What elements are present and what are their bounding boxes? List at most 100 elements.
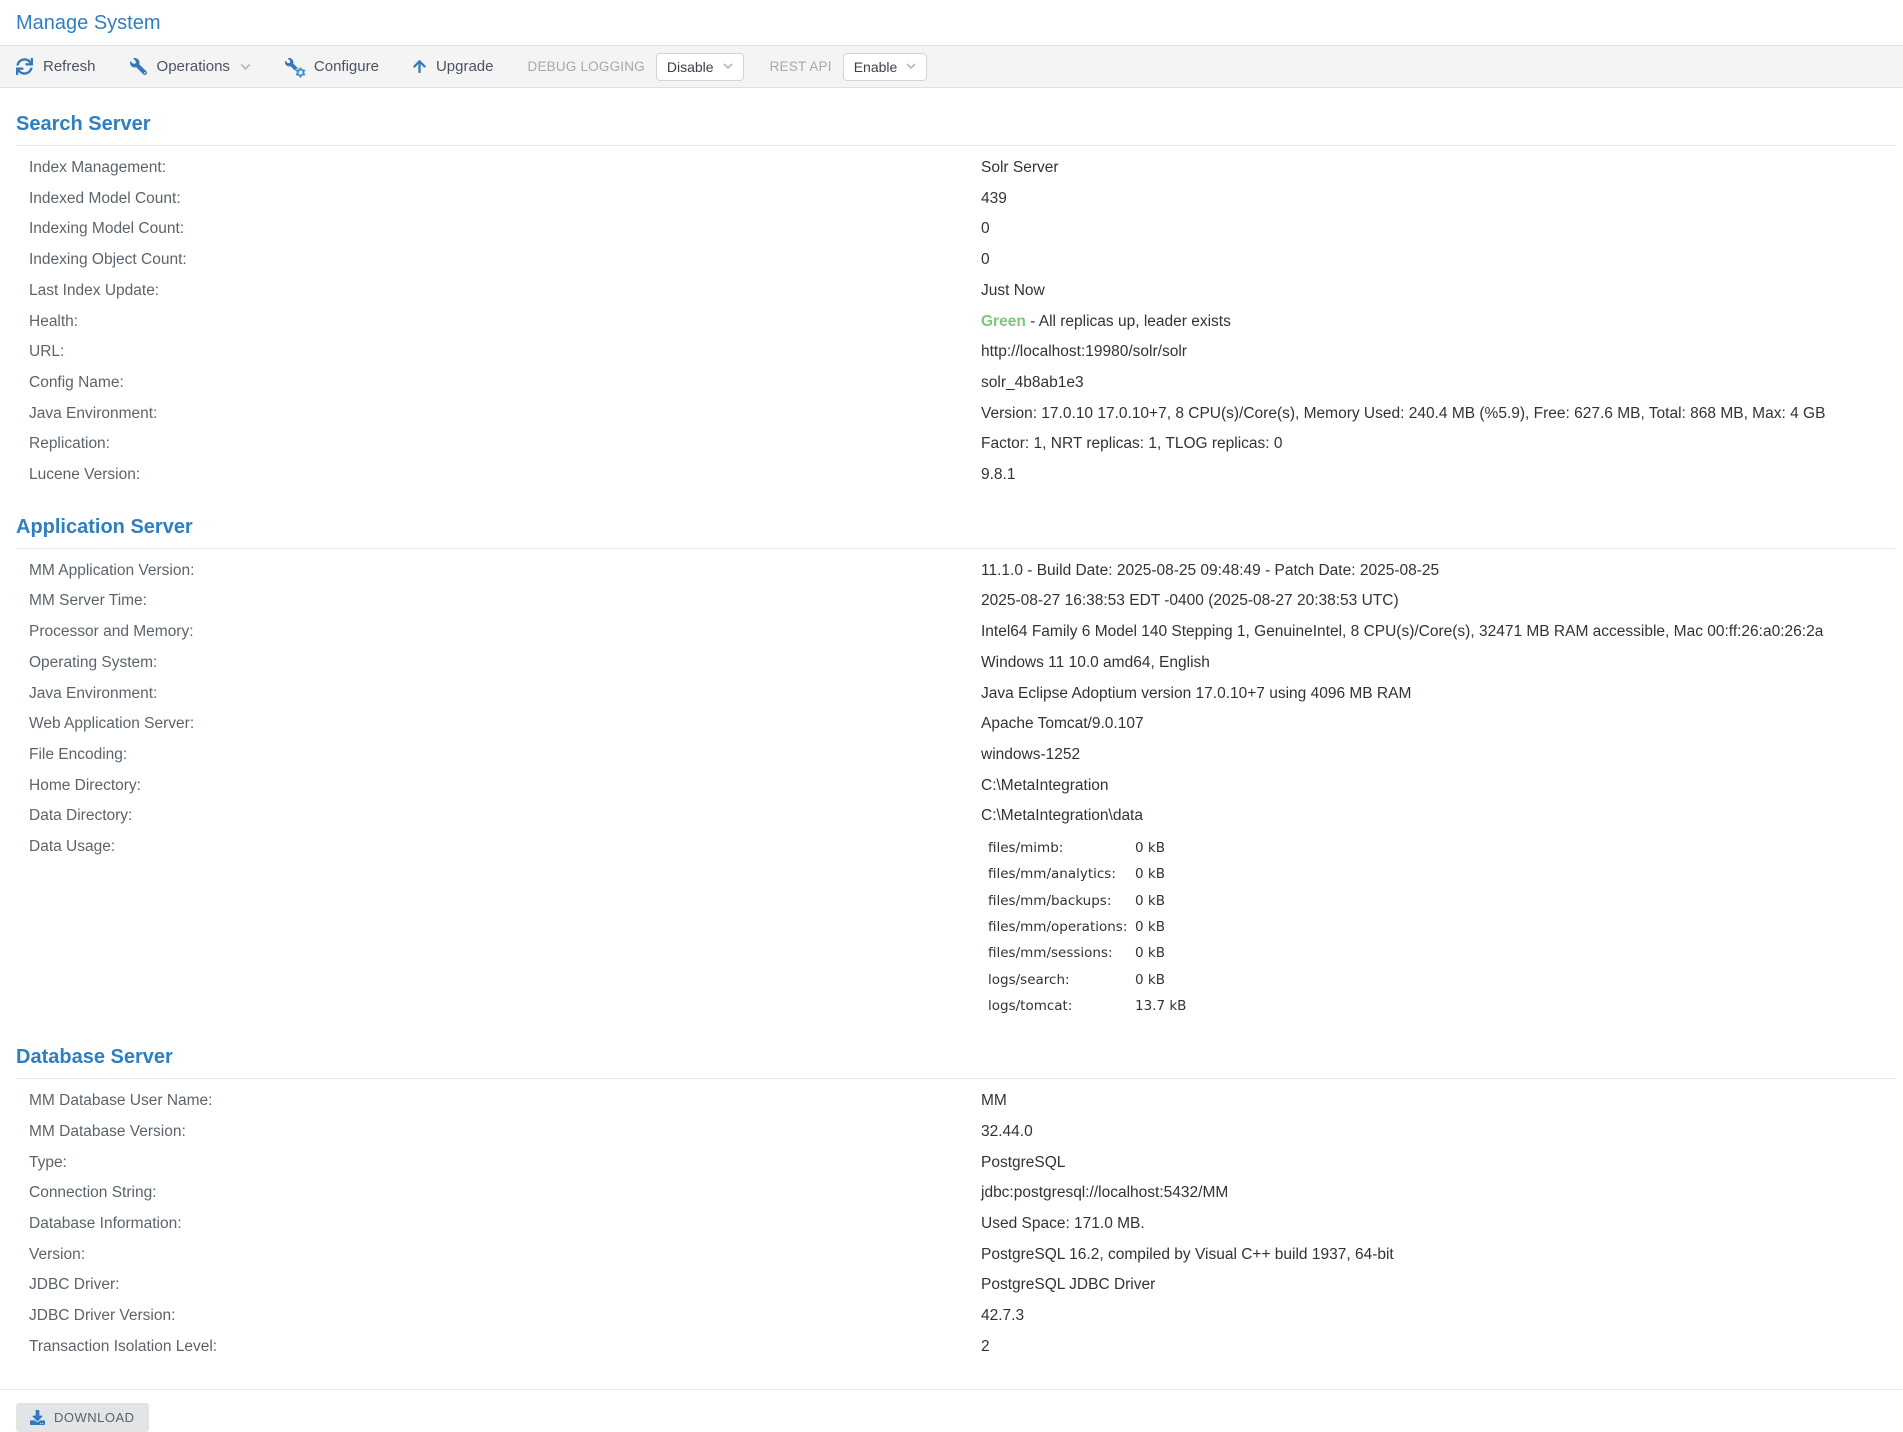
info-value: PostgreSQL 16.2, compiled by Visual C++ … xyxy=(981,1240,1903,1271)
refresh-button[interactable]: Refresh xyxy=(16,58,96,75)
info-label: Lucene Version: xyxy=(29,460,981,491)
info-value: 2025-08-27 16:38:53 EDT -0400 (2025-08-2… xyxy=(981,586,1903,617)
info-value: files/mimb:0 kBfiles/mm/analytics:0 kBfi… xyxy=(981,832,1903,1021)
info-value: 32.44.0 xyxy=(981,1117,1903,1148)
data-usage-table: files/mimb:0 kBfiles/mm/analytics:0 kBfi… xyxy=(988,832,1903,1021)
info-row: JDBC Driver Version:42.7.3 xyxy=(0,1301,1903,1332)
section-title: Search Server xyxy=(16,113,1895,146)
info-row: Data Directory:C:\MetaIntegration\data xyxy=(0,801,1903,832)
info-row: Operating System:Windows 11 10.0 amd64, … xyxy=(0,648,1903,679)
info-row: Data Usage:files/mimb:0 kBfiles/mm/analy… xyxy=(0,832,1903,1021)
section-title: Application Server xyxy=(16,516,1895,549)
usage-path: logs/search: xyxy=(988,967,1135,993)
info-label: Home Directory: xyxy=(29,771,981,802)
usage-path: logs/tomcat: xyxy=(988,993,1135,1019)
info-label: Replication: xyxy=(29,429,981,460)
debug-logging-value: Disable xyxy=(667,59,714,75)
info-label: Type: xyxy=(29,1148,981,1179)
info-row: MM Server Time:2025-08-27 16:38:53 EDT -… xyxy=(0,586,1903,617)
info-value: 0 xyxy=(981,245,1903,276)
info-label: Version: xyxy=(29,1240,981,1271)
info-row: Version:PostgreSQL 16.2, compiled by Vis… xyxy=(0,1240,1903,1271)
info-label: Operating System: xyxy=(29,648,981,679)
info-value: Apache Tomcat/9.0.107 xyxy=(981,709,1903,740)
info-label: Indexed Model Count: xyxy=(29,184,981,215)
usage-size: 0 kB xyxy=(1135,967,1903,993)
info-row: MM Application Version:11.1.0 - Build Da… xyxy=(0,556,1903,587)
info-label: Data Directory: xyxy=(29,801,981,832)
section-rows: MM Application Version:11.1.0 - Build Da… xyxy=(0,549,1903,1021)
health-status: Green xyxy=(981,313,1026,330)
main-content: Search Server Index Management:Solr Serve… xyxy=(0,113,1903,1362)
info-label: Data Usage: xyxy=(29,832,981,1021)
info-value: windows-1252 xyxy=(981,740,1903,771)
info-value: C:\MetaIntegration xyxy=(981,771,1903,802)
rest-api-select[interactable]: Enable xyxy=(843,53,928,81)
info-value: Version: 17.0.10 17.0.10+7, 8 CPU(s)/Cor… xyxy=(981,399,1903,430)
health-text: - All replicas up, leader exists xyxy=(1026,313,1231,330)
toolbar: Refresh Operations Configure Upgrade DEB… xyxy=(0,45,1903,88)
usage-size: 0 kB xyxy=(1135,835,1903,861)
upgrade-button[interactable]: Upgrade xyxy=(413,58,494,75)
info-row: Indexing Model Count:0 xyxy=(0,214,1903,245)
info-label: JDBC Driver Version: xyxy=(29,1301,981,1332)
info-row: Java Environment:Java Eclipse Adoptium v… xyxy=(0,679,1903,710)
info-value: Solr Server xyxy=(981,153,1903,184)
info-row: JDBC Driver:PostgreSQL JDBC Driver xyxy=(0,1270,1903,1301)
info-value: C:\MetaIntegration\data xyxy=(981,801,1903,832)
usage-size: 0 kB xyxy=(1135,914,1903,940)
info-value: PostgreSQL xyxy=(981,1148,1903,1179)
info-label: Indexing Model Count: xyxy=(29,214,981,245)
info-row: Last Index Update:Just Now xyxy=(0,276,1903,307)
info-label: MM Server Time: xyxy=(29,586,981,617)
info-label: Web Application Server: xyxy=(29,709,981,740)
info-label: Java Environment: xyxy=(29,399,981,430)
info-value: 0 xyxy=(981,214,1903,245)
info-row: File Encoding:windows-1252 xyxy=(0,740,1903,771)
info-value: 439 xyxy=(981,184,1903,215)
refresh-label: Refresh xyxy=(43,58,96,75)
usage-size: 0 kB xyxy=(1135,940,1903,966)
info-row: Web Application Server:Apache Tomcat/9.0… xyxy=(0,709,1903,740)
info-value: Used Space: 171.0 MB. xyxy=(981,1209,1903,1240)
info-row: Replication:Factor: 1, NRT replicas: 1, … xyxy=(0,429,1903,460)
download-icon xyxy=(30,1410,45,1425)
page-title: Manage System xyxy=(0,0,1903,45)
info-label: Connection String: xyxy=(29,1178,981,1209)
gear-icon xyxy=(295,67,306,78)
chevron-down-icon xyxy=(240,63,251,71)
download-button[interactable]: DOWNLOAD xyxy=(16,1403,149,1432)
info-label: MM Database User Name: xyxy=(29,1086,981,1117)
info-label: Processor and Memory: xyxy=(29,617,981,648)
download-label: DOWNLOAD xyxy=(54,1410,135,1425)
operations-button[interactable]: Operations xyxy=(130,58,251,75)
usage-size: 13.7 kB xyxy=(1135,993,1903,1019)
configure-label: Configure xyxy=(314,58,379,75)
info-value: 11.1.0 - Build Date: 2025-08-25 09:48:49… xyxy=(981,556,1903,587)
info-row: Lucene Version:9.8.1 xyxy=(0,460,1903,491)
info-row: Java Environment:Version: 17.0.10 17.0.1… xyxy=(0,399,1903,430)
info-label: URL: xyxy=(29,337,981,368)
info-label: Health: xyxy=(29,307,981,338)
info-value: solr_4b8ab1e3 xyxy=(981,368,1903,399)
info-row: Database Information:Used Space: 171.0 M… xyxy=(0,1209,1903,1240)
upgrade-label: Upgrade xyxy=(436,58,494,75)
section-database-server: Database ServerMM Database User Name:MMM… xyxy=(0,1046,1903,1362)
configure-button[interactable]: Configure xyxy=(285,58,379,76)
debug-logging-select[interactable]: Disable xyxy=(656,53,744,81)
info-label: MM Application Version: xyxy=(29,556,981,587)
info-row: Config Name:solr_4b8ab1e3 xyxy=(0,368,1903,399)
wrench-icon xyxy=(130,58,147,75)
info-row: Index Management:Solr Server xyxy=(0,153,1903,184)
info-value: Windows 11 10.0 amd64, English xyxy=(981,648,1903,679)
rest-api-label: REST API xyxy=(770,59,832,74)
section-title: Database Server xyxy=(16,1046,1895,1079)
info-label: JDBC Driver: xyxy=(29,1270,981,1301)
usage-path: files/mm/backups: xyxy=(988,888,1135,914)
info-label: File Encoding: xyxy=(29,740,981,771)
info-row: Home Directory:C:\MetaIntegration xyxy=(0,771,1903,802)
info-value: 9.8.1 xyxy=(981,460,1903,491)
info-value: http://localhost:19980/solr/solr xyxy=(981,337,1903,368)
info-value: MM xyxy=(981,1086,1903,1117)
debug-logging-label: DEBUG LOGGING xyxy=(528,59,645,74)
